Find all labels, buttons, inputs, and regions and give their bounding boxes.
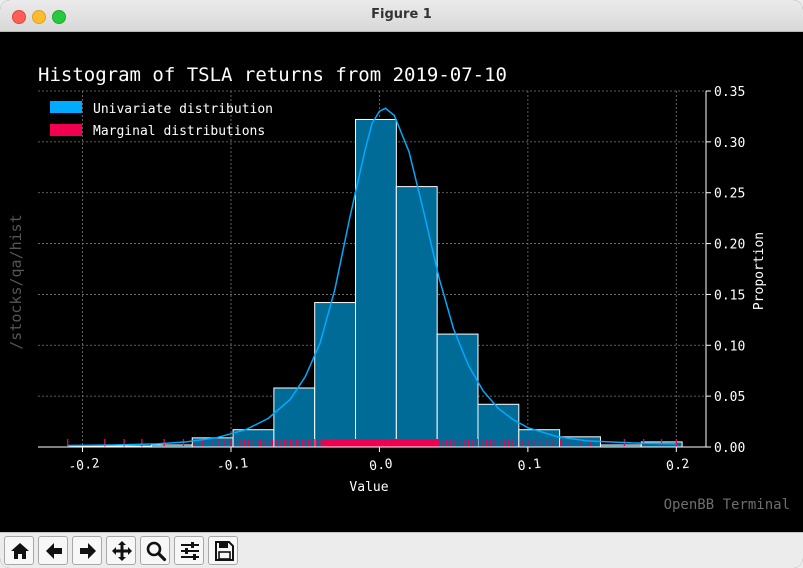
sliders-icon [181, 542, 199, 560]
forward-button[interactable] [72, 536, 102, 565]
window-title: Figure 1 [371, 7, 432, 22]
chart-title: Histogram of TSLA returns from 2019-07-1… [38, 64, 507, 86]
magnifier-icon [146, 541, 167, 562]
y-tick-label: 0.35 [714, 85, 745, 100]
histogram-bar [355, 118, 397, 448]
x-tick-label: 0.2 [665, 457, 690, 475]
legend-label-univariate: Univariate distribution [93, 102, 273, 117]
navigation-toolbar [0, 532, 803, 568]
legend: Univariate distribution Marginal distrib… [50, 101, 273, 139]
legend-label-marginal: Marginal distributions [93, 124, 265, 139]
configure-subplots-button[interactable] [174, 536, 204, 565]
histogram-bars [69, 118, 683, 448]
x-tick-label: -0.1 [216, 456, 249, 475]
histogram-bar [191, 437, 234, 448]
zoom-button[interactable] [140, 536, 170, 565]
figure-window: Figure 1 -0.2 -0.1 0.0 0.1 0.2 0.00 0.05 0.10 0… [0, 0, 803, 568]
rug-dense-band [323, 439, 439, 447]
pan-button[interactable] [106, 536, 136, 565]
home-button[interactable] [4, 536, 34, 565]
command-label: /stocks/qa/hist [7, 214, 25, 349]
x-tick-label: 0.1 [517, 457, 542, 475]
x-axis-ticks: -0.2 -0.1 0.0 0.1 0.2 [68, 447, 690, 475]
y-axis-label: Proportion [752, 232, 767, 310]
histogram-bar [314, 302, 357, 448]
home-icon [11, 543, 29, 559]
histogram-bar [395, 186, 438, 448]
y-tick-label: 0.05 [714, 390, 745, 405]
y-tick-label: 0.30 [714, 136, 745, 151]
y-tick-label: 0.15 [714, 288, 745, 303]
histogram-bar [273, 387, 316, 448]
y-tick-label: 0.00 [714, 441, 745, 456]
y-tick-label: 0.20 [714, 238, 745, 253]
x-tick-label: 0.0 [368, 457, 393, 475]
histogram-chart: -0.2 -0.1 0.0 0.1 0.2 0.000.050.100.150.200.… [7, 64, 790, 513]
y-tick-label: 0.25 [714, 187, 745, 202]
watermark: OpenBB Terminal [664, 497, 790, 513]
move-icon [112, 541, 132, 561]
back-button[interactable] [38, 536, 68, 565]
y-axis-ticks: 0.00 0.05 0.10 0.15 0.20 0.25 0.30 0.35 [706, 85, 745, 456]
floppy-disk-icon [215, 541, 234, 561]
x-tick-label: -0.2 [68, 456, 101, 475]
save-button[interactable] [208, 536, 238, 565]
legend-swatch-marginal [50, 124, 82, 136]
title-bar: Figure 1 [0, 0, 803, 32]
arrow-left-icon [46, 543, 62, 559]
legend-swatch-univariate [50, 101, 82, 113]
x-axis-label: Value [349, 480, 388, 495]
arrow-right-icon [80, 543, 96, 559]
y-tick-label: 0.10 [714, 339, 745, 354]
histogram-bar [436, 333, 479, 448]
